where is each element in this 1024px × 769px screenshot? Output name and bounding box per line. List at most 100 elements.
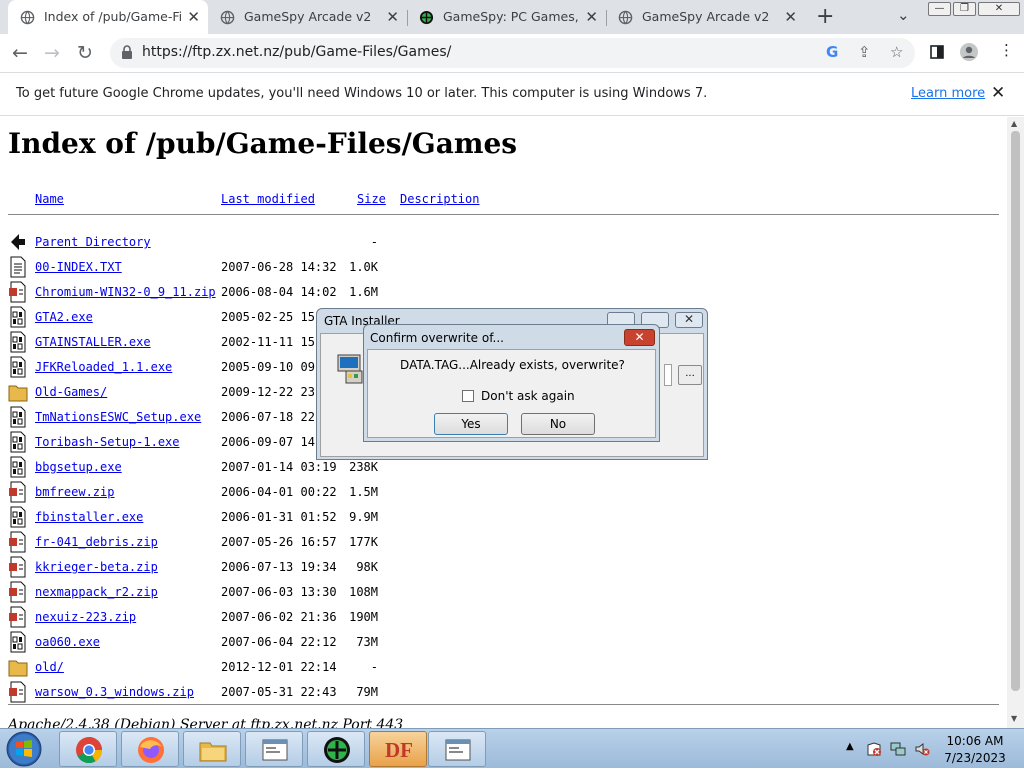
scroll-up-icon[interactable]: ▲	[1011, 119, 1017, 128]
file-size: 1.0K	[349, 260, 378, 274]
taskbar-window-2[interactable]	[428, 731, 486, 767]
file-link[interactable]: old/	[35, 660, 64, 674]
chevron-down-icon[interactable]: ⌄	[897, 6, 910, 24]
divider	[8, 214, 999, 215]
file-link[interactable]: Toribash-Setup-1.exe	[35, 435, 180, 449]
tab-index-of-games[interactable]: Index of /pub/Game-File ✕	[8, 0, 208, 34]
minimize-window-button[interactable]: —	[928, 2, 951, 16]
scrollbar-thumb[interactable]	[1011, 131, 1020, 691]
chrome-icon	[76, 737, 103, 764]
close-button[interactable]: ✕	[675, 312, 703, 328]
file-date: 2007-05-26 16:57	[221, 535, 337, 549]
column-header-last-modified[interactable]: Last modified	[221, 192, 315, 206]
file-link[interactable]: Parent Directory	[35, 235, 151, 249]
file-link[interactable]: bbgsetup.exe	[35, 460, 122, 474]
table-row: warsow_0.3_windows.zip 2007-05-31 22:43 79…	[0, 681, 1000, 709]
update-infobar: To get future Google Chrome updates, you…	[0, 72, 1024, 116]
file-link[interactable]: JFKReloaded_1.1.exe	[35, 360, 172, 374]
taskbar-chrome[interactable]	[59, 731, 117, 767]
file-size: 108M	[349, 585, 378, 599]
taskbar-firefox[interactable]	[121, 731, 179, 767]
taskbar: DF ▲ 10:06 AM 7/23/2023	[0, 728, 1024, 768]
taskbar-df-installer[interactable]: DF	[369, 731, 427, 767]
file-link[interactable]: oa060.exe	[35, 635, 100, 649]
window-icon	[445, 739, 471, 761]
close-icon[interactable]: ✕	[991, 83, 1005, 103]
file-size: 190M	[349, 610, 378, 624]
dont-ask-again-checkbox[interactable]	[462, 390, 474, 402]
close-tab-icon[interactable]: ✕	[585, 8, 598, 26]
volume-muted-icon[interactable]	[914, 741, 930, 757]
vertical-scrollbar[interactable]: ▲ ▼	[1007, 117, 1024, 728]
lock-icon[interactable]	[121, 45, 133, 59]
table-row: bmfreew.zip 2006-04-01 00:22 1.5M	[0, 481, 1000, 509]
forward-arrow-icon[interactable]: →	[44, 42, 60, 64]
action-center-icon[interactable]	[866, 741, 882, 757]
install-path-input[interactable]	[664, 364, 672, 386]
column-header-description[interactable]: Description	[400, 192, 479, 206]
binary-icon	[8, 356, 28, 378]
file-link[interactable]: fbinstaller.exe	[35, 510, 143, 524]
file-link[interactable]: nexuiz-223.zip	[35, 610, 136, 624]
show-hidden-icons[interactable]: ▲	[846, 741, 854, 752]
column-header-name[interactable]: Name	[35, 192, 64, 206]
back-arrow-icon[interactable]: ←	[12, 42, 28, 64]
profile-avatar-icon[interactable]	[959, 42, 979, 62]
google-lens-icon[interactable]: G	[826, 43, 838, 61]
taskbar-gamespy[interactable]	[307, 731, 365, 767]
file-date: 2012-12-01 22:14	[221, 660, 337, 674]
file-link[interactable]: nexmappack_r2.zip	[35, 585, 158, 599]
tab-gamespy-arcade[interactable]: GameSpy Arcade v2 ✕	[208, 0, 407, 34]
share-icon[interactable]: ⇪	[858, 43, 871, 61]
tab-gamespy-arcade-2[interactable]: GameSpy Arcade v2 ✕	[606, 0, 805, 34]
column-header-size[interactable]: Size	[357, 192, 386, 206]
globe-icon	[618, 10, 633, 25]
start-button[interactable]	[3, 730, 45, 768]
clock-time[interactable]: 10:06 AM	[940, 734, 1010, 748]
clock-date[interactable]: 7/23/2023	[940, 751, 1010, 765]
file-link[interactable]: TmNationsESWC_Setup.exe	[35, 410, 201, 424]
maximize-window-button[interactable]: ❐	[953, 2, 976, 16]
file-link[interactable]: GTAINSTALLER.exe	[35, 335, 151, 349]
network-icon[interactable]	[890, 741, 906, 757]
file-link[interactable]: bmfreew.zip	[35, 485, 114, 499]
df-icon: DF	[385, 738, 413, 762]
file-link[interactable]: GTA2.exe	[35, 310, 93, 324]
back-icon	[8, 231, 28, 253]
file-link[interactable]: Old-Games/	[35, 385, 107, 399]
tab-title: GameSpy Arcade v2	[244, 9, 372, 24]
archive-icon	[8, 606, 28, 628]
file-link[interactable]: warsow_0.3_windows.zip	[35, 685, 194, 699]
checkbox-label[interactable]: Don't ask again	[481, 389, 575, 403]
file-link[interactable]: kkrieger-beta.zip	[35, 560, 158, 574]
binary-icon	[8, 431, 28, 453]
close-window-button[interactable]: ✕	[978, 2, 1020, 16]
close-button[interactable]: ✕	[624, 329, 655, 346]
file-link[interactable]: fr-041_debris.zip	[35, 535, 158, 549]
close-tab-icon[interactable]: ✕	[784, 8, 797, 26]
reload-icon[interactable]: ↻	[77, 42, 93, 64]
taskbar-explorer[interactable]	[183, 731, 241, 767]
close-tab-icon[interactable]: ✕	[187, 8, 200, 26]
learn-more-link[interactable]: Learn more	[911, 86, 985, 101]
url-text[interactable]: https://ftp.zx.net.nz/pub/Game-Files/Gam…	[142, 44, 451, 60]
kebab-menu-icon[interactable]: ⋮	[999, 41, 1014, 59]
taskbar-window[interactable]	[245, 731, 303, 767]
bookmark-star-icon[interactable]: ☆	[890, 43, 903, 61]
close-tab-icon[interactable]: ✕	[386, 8, 399, 26]
binary-icon	[8, 306, 28, 328]
file-link[interactable]: Chromium-WIN32-0_9_11.zip	[35, 285, 216, 299]
address-bar[interactable]: https://ftp.zx.net.nz/pub/Game-Files/Gam…	[110, 38, 915, 68]
no-button[interactable]: No	[521, 413, 595, 435]
browse-button[interactable]: ...	[678, 365, 702, 385]
file-date: 2005-09-10 09	[221, 360, 315, 374]
tab-strip: Index of /pub/Game-File ✕ GameSpy Arcade…	[0, 0, 1024, 34]
yes-button[interactable]: Yes	[434, 413, 508, 435]
side-panel-icon[interactable]	[930, 45, 944, 59]
page-title: Index of /pub/Game-Files/Games	[8, 127, 518, 160]
tab-gamespy-pc-games[interactable]: GameSpy: PC Games, Rev ✕	[407, 0, 606, 34]
scroll-down-icon[interactable]: ▼	[1011, 714, 1017, 723]
file-link[interactable]: 00-INDEX.TXT	[35, 260, 122, 274]
table-row: Parent Directory -	[0, 234, 1000, 259]
new-tab-icon[interactable]: +	[816, 4, 834, 29]
